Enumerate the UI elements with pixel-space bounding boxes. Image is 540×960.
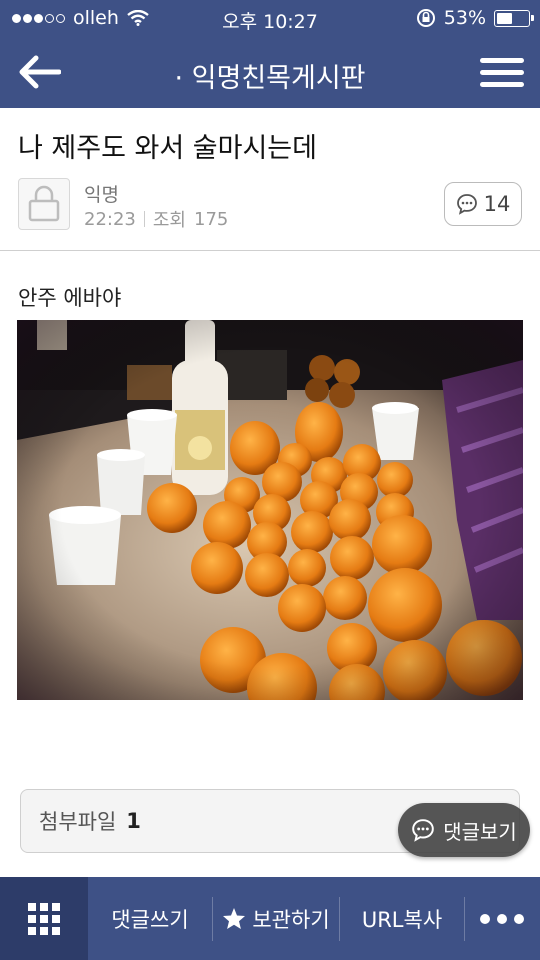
post-photo[interactable]	[17, 320, 523, 700]
author-name: 익명	[84, 184, 119, 206]
bottom-toolbar: 댓글쓰기 보관하기 URL복사	[0, 877, 540, 960]
attachments-count: 1	[126, 809, 141, 833]
status-bar: olleh 오후 10:27 53%	[0, 0, 540, 36]
nav-bar: · 익명친목게시판	[0, 36, 540, 108]
tangerines-on-table-image	[17, 320, 523, 700]
more-dots-icon	[480, 913, 490, 924]
write-comment-label: 댓글쓰기	[111, 907, 189, 932]
header-divider	[0, 250, 540, 251]
status-right: 53%	[416, 7, 534, 29]
board-title: · 익명친목게시판	[174, 63, 366, 94]
rotation-lock-icon	[416, 9, 435, 27]
bookmark-button[interactable]: 보관하기	[213, 877, 339, 960]
battery-icon	[494, 9, 534, 27]
bookmark-label: 보관하기	[252, 907, 330, 932]
speech-bubble-icon	[412, 819, 434, 842]
comment-count: 14	[483, 192, 511, 216]
hamburger-menu-icon	[480, 57, 524, 63]
write-comment-button[interactable]: 댓글쓰기	[88, 877, 212, 960]
attachments-label: 첨부파일	[39, 810, 117, 834]
url-copy-label: URL복사	[361, 907, 443, 932]
grid-icon	[28, 902, 60, 935]
lock-icon	[28, 185, 60, 222]
views-label: 조회	[152, 210, 186, 231]
view-comments-label: 댓글보기	[443, 819, 517, 844]
more-options-button[interactable]	[465, 913, 539, 924]
views-count: 175	[194, 208, 229, 230]
star-icon	[223, 908, 246, 929]
post-title: 나 제주도 와서 술마시는데	[18, 133, 317, 164]
grid-menu-button[interactable]	[0, 877, 88, 960]
post-time: 22:23	[84, 208, 136, 230]
url-copy-button[interactable]: URL복사	[340, 877, 464, 960]
menu-button[interactable]	[480, 50, 524, 94]
comment-count-button[interactable]: 14	[444, 182, 522, 226]
avatar	[18, 178, 70, 230]
view-comments-button[interactable]: 댓글보기	[398, 803, 530, 857]
speech-bubble-icon	[456, 194, 477, 215]
battery-percent: 53%	[443, 7, 486, 29]
post-body-text: 안주 에바야	[18, 286, 122, 310]
meta-divider	[143, 211, 145, 227]
post-meta: 22:23 조회 175	[84, 206, 228, 232]
